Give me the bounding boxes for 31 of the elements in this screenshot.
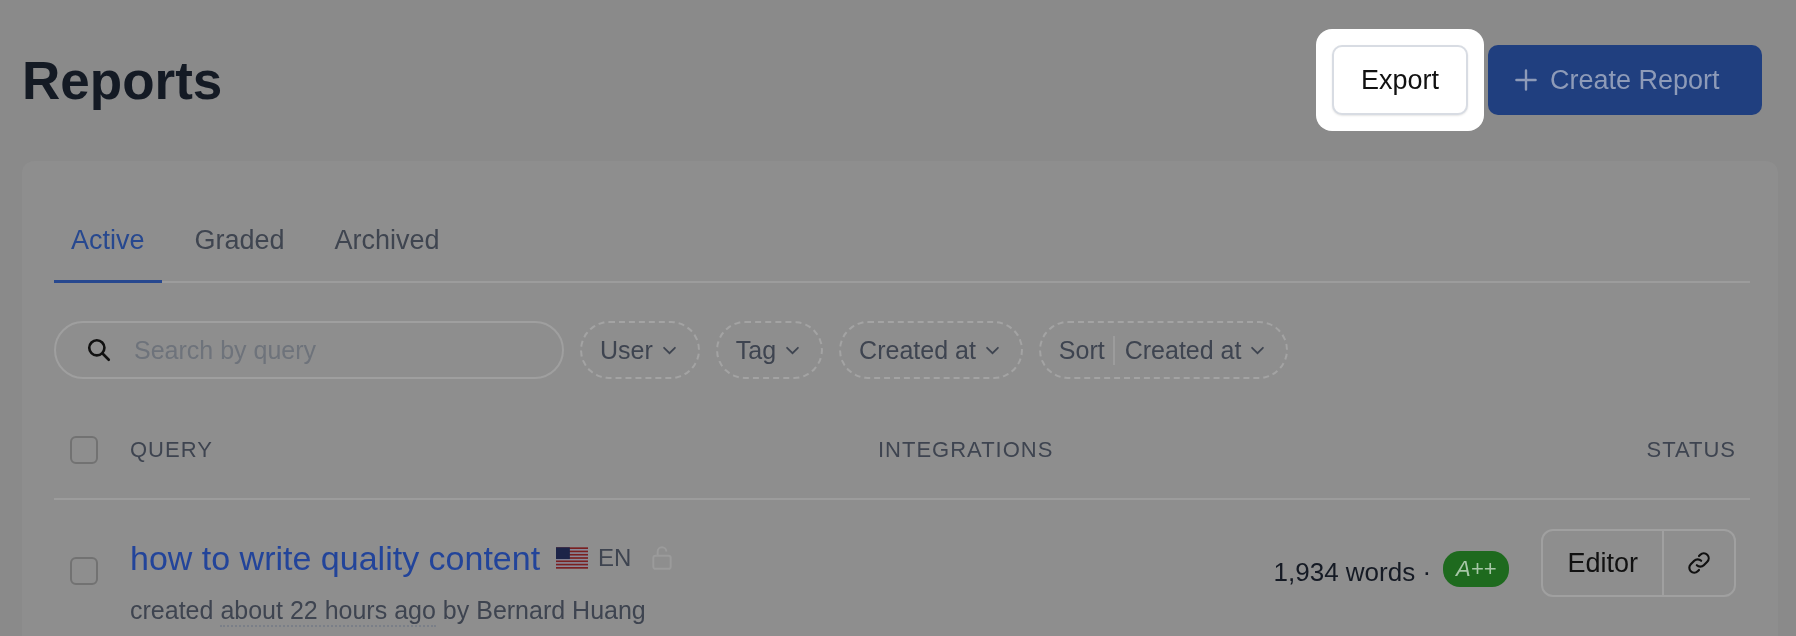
export-button[interactable]: Export xyxy=(1332,45,1468,115)
filter-dropdown[interactable]: Tag xyxy=(715,321,824,379)
flag-icon xyxy=(556,547,589,569)
column-header: INTEGRATIONS xyxy=(878,437,1055,463)
page-title: Reports xyxy=(22,50,223,111)
plus-icon xyxy=(1514,68,1538,92)
tab[interactable]: Graded xyxy=(177,225,302,283)
word-count: 1,934 words · xyxy=(1273,557,1432,588)
column-header: QUERY xyxy=(130,437,214,463)
created-time: about 22 hours ago xyxy=(220,596,436,627)
author-label: by Bernard Huang xyxy=(442,596,646,626)
grade-badge: A++ xyxy=(1443,551,1510,587)
created-label: created xyxy=(130,596,214,626)
filter-dropdown[interactable]: Sort Created at xyxy=(1038,321,1289,379)
search-icon xyxy=(86,337,112,363)
link-icon xyxy=(1686,550,1712,576)
query-link[interactable]: how to write quality content xyxy=(130,538,541,578)
chevron-down-icon xyxy=(1251,345,1265,355)
chevron-down-icon xyxy=(662,345,676,355)
create-report-button[interactable]: Create Report xyxy=(1488,45,1762,115)
row-checkbox[interactable] xyxy=(70,557,98,585)
editor-button[interactable]: Editor xyxy=(1543,531,1662,595)
select-all-checkbox[interactable] xyxy=(70,436,98,464)
tab[interactable]: Archived xyxy=(317,225,457,283)
tab[interactable]: Active xyxy=(54,225,162,283)
filter-dropdown[interactable]: Created at xyxy=(839,321,1023,379)
filter-dropdown[interactable]: User xyxy=(580,321,700,379)
column-header: STATUS xyxy=(1646,437,1736,463)
language-code: EN xyxy=(598,544,632,572)
chevron-down-icon xyxy=(985,345,999,355)
chevron-down-icon xyxy=(786,345,800,355)
